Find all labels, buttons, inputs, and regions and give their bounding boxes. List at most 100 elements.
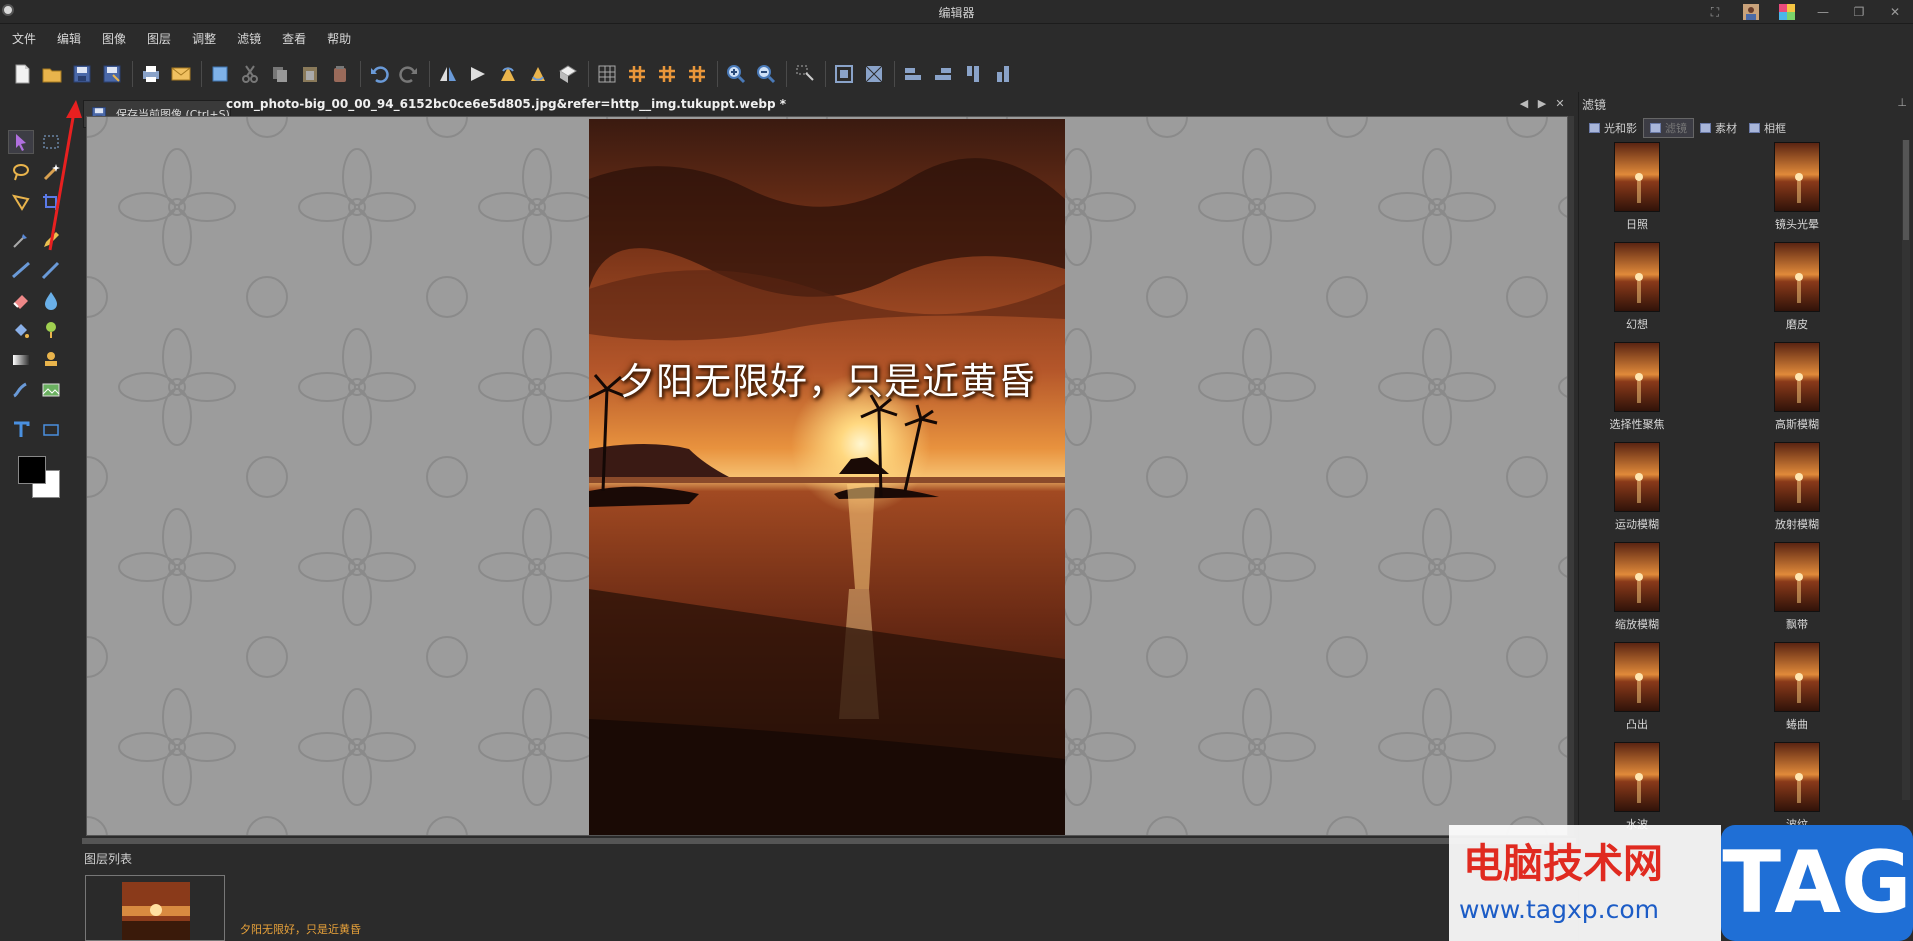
- tab-next-icon[interactable]: ▶: [1533, 94, 1551, 114]
- layer-name[interactable]: 夕阳无限好，只是近黄昏: [240, 921, 361, 937]
- brush-tool-icon[interactable]: [38, 258, 64, 282]
- duplicate-icon[interactable]: [206, 60, 234, 88]
- filter-item[interactable]: 磨皮: [1747, 242, 1847, 340]
- fullscreen-icon[interactable]: ⛶: [1697, 0, 1733, 24]
- menu-layer[interactable]: 图层: [135, 28, 180, 50]
- print-icon[interactable]: [137, 60, 165, 88]
- align-bottom-icon[interactable]: [989, 60, 1017, 88]
- avatar[interactable]: [1733, 0, 1769, 24]
- tab-light-shadow[interactable]: 光和影: [1583, 118, 1643, 138]
- tab-close-icon[interactable]: ✕: [1551, 94, 1569, 114]
- panel-splitter[interactable]: [82, 838, 1576, 844]
- menu-help[interactable]: 帮助: [315, 28, 360, 50]
- rect-select-tool-icon[interactable]: [38, 130, 64, 154]
- filter-item[interactable]: 缩放模糊: [1587, 542, 1687, 640]
- tab-filters[interactable]: 滤镜: [1643, 118, 1694, 138]
- redo-icon[interactable]: [395, 60, 423, 88]
- filter-item[interactable]: 日照: [1587, 142, 1687, 240]
- document-tab[interactable]: com_photo-big_00_00_94_6152bc0ce6e5d805.…: [226, 94, 786, 114]
- grid-orange-3-icon[interactable]: [683, 60, 711, 88]
- canvas-vertical-scrollbar[interactable]: [1568, 116, 1574, 836]
- rotate-right-icon[interactable]: [524, 60, 552, 88]
- blur-tool-icon[interactable]: [38, 288, 64, 312]
- filter-item[interactable]: 凸出: [1587, 642, 1687, 740]
- tab-materials[interactable]: 素材: [1694, 118, 1743, 138]
- pointer-tool-icon[interactable]: [8, 130, 34, 154]
- save-as-icon[interactable]: [98, 60, 126, 88]
- filter-thumbnail: [1774, 342, 1820, 412]
- cut-icon[interactable]: [236, 60, 264, 88]
- eyedropper-tool-icon[interactable]: [8, 228, 34, 252]
- filter-item[interactable]: 运动模糊: [1587, 442, 1687, 540]
- tab-prev-icon[interactable]: ◀: [1515, 94, 1533, 114]
- magic-wand-tool-icon[interactable]: [38, 160, 64, 184]
- menu-view[interactable]: 查看: [270, 28, 315, 50]
- copy-icon[interactable]: [266, 60, 294, 88]
- menu-file[interactable]: 文件: [0, 28, 45, 50]
- grid-orange-2-icon[interactable]: [653, 60, 681, 88]
- window-controls: ⛶ — ❐ ✕: [1697, 0, 1913, 24]
- restore-icon[interactable]: ❐: [1841, 0, 1877, 24]
- filter-item[interactable]: 高斯模糊: [1747, 342, 1847, 440]
- menu-edit[interactable]: 编辑: [45, 28, 90, 50]
- tab-frames[interactable]: 相框: [1743, 118, 1792, 138]
- tab-icon: [1749, 123, 1760, 133]
- line-tool-icon[interactable]: [8, 258, 34, 282]
- new-file-icon[interactable]: [8, 60, 36, 88]
- email-icon[interactable]: [167, 60, 195, 88]
- paste-icon[interactable]: [296, 60, 324, 88]
- tab-navigation: ◀ ▶ ✕: [1515, 94, 1569, 114]
- text-tool-icon[interactable]: [8, 418, 34, 442]
- foreground-color-swatch[interactable]: [18, 456, 46, 484]
- pencil-tool-icon[interactable]: [38, 228, 64, 252]
- close-icon[interactable]: ✕: [1877, 0, 1913, 24]
- image-tool-icon[interactable]: [38, 378, 64, 402]
- shape-tool-icon[interactable]: [38, 418, 64, 442]
- select-move-icon[interactable]: [791, 60, 819, 88]
- align-top-icon[interactable]: [959, 60, 987, 88]
- fill-tool-icon[interactable]: [8, 318, 34, 342]
- zoom-out-icon[interactable]: [752, 60, 780, 88]
- clear-icon[interactable]: [326, 60, 354, 88]
- polygon-select-tool-icon[interactable]: [8, 190, 34, 214]
- filter-item[interactable]: 幻想: [1587, 242, 1687, 340]
- layers-panel-title: 图层列表: [84, 852, 133, 866]
- gradient-tool-icon[interactable]: [8, 348, 34, 372]
- fit-icon[interactable]: [830, 60, 858, 88]
- rotate-left-icon[interactable]: [494, 60, 522, 88]
- filter-item[interactable]: 放射模糊: [1747, 442, 1847, 540]
- crop-tool-icon[interactable]: [38, 190, 64, 214]
- grid-icon[interactable]: [593, 60, 621, 88]
- stamp-tool-icon[interactable]: [38, 348, 64, 372]
- filter-item[interactable]: 蜷曲: [1747, 642, 1847, 740]
- eraser-tool-icon[interactable]: [8, 288, 34, 312]
- filter-item[interactable]: 镜头光晕: [1747, 142, 1847, 240]
- open-folder-icon[interactable]: [38, 60, 66, 88]
- pin-icon[interactable]: ⊥: [1897, 96, 1907, 109]
- grid-orange-icon[interactable]: [623, 60, 651, 88]
- filter-item[interactable]: 选择性聚焦: [1587, 342, 1687, 440]
- minimize-icon[interactable]: —: [1805, 0, 1841, 24]
- align-left-icon[interactable]: [899, 60, 927, 88]
- canvas-workspace[interactable]: 夕阳无限好，只是近黄昏: [86, 116, 1568, 836]
- transform-icon[interactable]: [554, 60, 582, 88]
- flip-vertical-icon[interactable]: [464, 60, 492, 88]
- skin-icon[interactable]: [1769, 0, 1805, 24]
- layer-thumbnail[interactable]: [85, 875, 225, 941]
- align-right-icon[interactable]: [929, 60, 957, 88]
- menu-adjust[interactable]: 调整: [180, 28, 225, 50]
- sunset-photo[interactable]: 夕阳无限好，只是近黄昏: [589, 119, 1065, 835]
- filters-scrollbar[interactable]: [1902, 140, 1910, 800]
- undo-icon[interactable]: [365, 60, 393, 88]
- color-replace-tool-icon[interactable]: [38, 318, 64, 342]
- menu-filter[interactable]: 滤镜: [225, 28, 270, 50]
- menu-image[interactable]: 图像: [90, 28, 135, 50]
- save-icon[interactable]: [68, 60, 96, 88]
- zoom-in-icon[interactable]: [722, 60, 750, 88]
- filter-item[interactable]: 飘带: [1747, 542, 1847, 640]
- smudge-tool-icon[interactable]: [8, 378, 34, 402]
- flip-horizontal-icon[interactable]: [434, 60, 462, 88]
- actual-size-icon[interactable]: [860, 60, 888, 88]
- scrollbar-thumb[interactable]: [1903, 140, 1909, 240]
- lasso-tool-icon[interactable]: [8, 160, 34, 184]
